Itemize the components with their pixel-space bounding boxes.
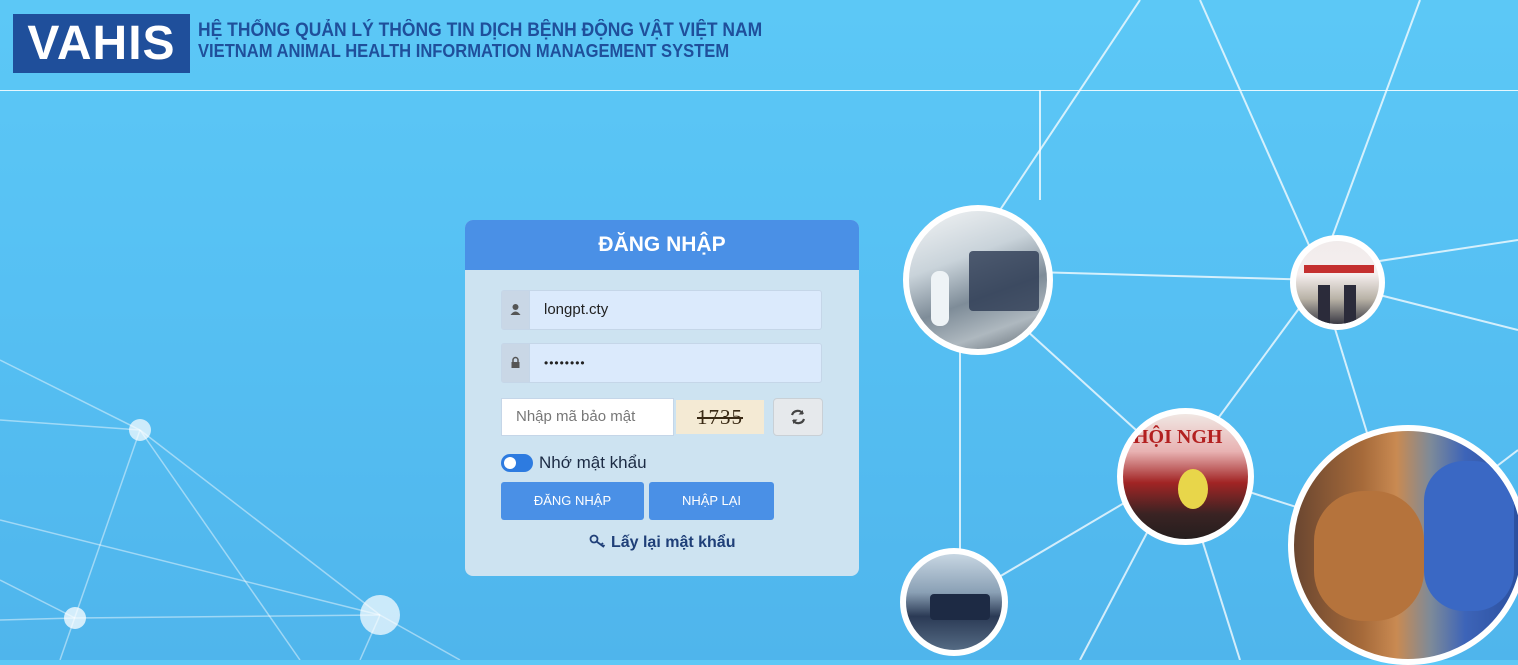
refresh-icon bbox=[790, 409, 806, 425]
captcha-image: 1735 bbox=[676, 400, 764, 434]
site-header: VAHIS HỆ THỐNG QUẢN LÝ THÔNG TIN DỊCH BỆ… bbox=[0, 0, 1518, 91]
system-title-en: VIETNAM ANIMAL HEALTH INFORMATION MANAGE… bbox=[198, 41, 730, 61]
system-title-vi: HỆ THỐNG QUẢN LÝ THÔNG TIN DỊCH BỆNH ĐỘN… bbox=[198, 20, 763, 41]
captcha-input[interactable]: Nhập mã bảo mật bbox=[501, 398, 674, 436]
banner-photo bbox=[1290, 235, 1385, 330]
vehicle-photo bbox=[900, 548, 1008, 656]
forgot-password-link[interactable]: Lấy lại mật khẩu bbox=[465, 534, 859, 552]
vahis-logo[interactable]: VAHIS bbox=[13, 14, 190, 73]
lock-icon bbox=[502, 344, 530, 382]
login-heading: ĐĂNG NHẬP bbox=[465, 220, 859, 270]
login-button[interactable]: ĐĂNG NHẬP bbox=[501, 482, 644, 520]
forgot-password-label: Lấy lại mật khẩu bbox=[610, 534, 736, 551]
system-title: HỆ THỐNG QUẢN LÝ THÔNG TIN DỊCH BỆNH ĐỘN… bbox=[198, 20, 762, 62]
user-icon bbox=[502, 291, 530, 329]
remember-label: Nhớ mật khẩu bbox=[539, 453, 647, 472]
key-icon bbox=[589, 534, 605, 548]
conference-photo: HỘI NGH bbox=[1117, 408, 1254, 545]
reset-button[interactable]: NHẬP LẠI bbox=[649, 482, 774, 520]
captcha-refresh-button[interactable] bbox=[773, 398, 823, 436]
lab-photo bbox=[903, 205, 1053, 355]
username-input[interactable]: longpt.cty bbox=[544, 291, 608, 329]
password-input[interactable]: •••••••• bbox=[544, 344, 586, 382]
password-field[interactable]: •••••••• bbox=[501, 343, 822, 383]
username-field[interactable]: longpt.cty bbox=[501, 290, 822, 330]
remember-toggle[interactable] bbox=[501, 454, 533, 472]
login-panel: ĐĂNG NHẬP longpt.cty •••••••• Nhập mã bả… bbox=[465, 220, 859, 576]
vet-cow-photo bbox=[1288, 425, 1518, 665]
